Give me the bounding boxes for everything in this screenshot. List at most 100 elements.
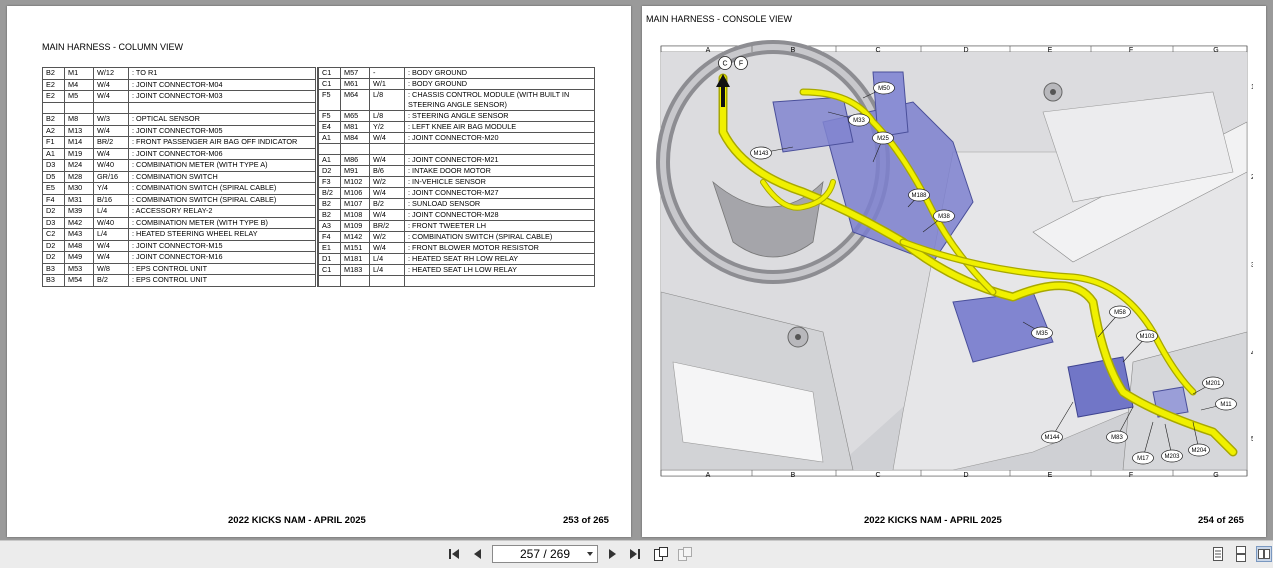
table-row: A2 M13 W/4: JOINT CONNECTOR-M05 bbox=[42, 124, 317, 138]
page-title: MAIN HARNESS - CONSOLE VIEW bbox=[646, 14, 793, 24]
table-row: F3 M102 W/2: IN-VEHICLE SENSOR bbox=[318, 176, 595, 188]
grid-position: A1 bbox=[318, 132, 341, 144]
two-page-icon[interactable] bbox=[1256, 546, 1272, 562]
connector-label: M35 bbox=[1036, 331, 1048, 337]
table-row: F5 M64 L/8: CHASSIS CONTROL MODULE (WITH B… bbox=[318, 89, 595, 111]
connector-id: M86 bbox=[340, 154, 370, 166]
connector-id: M30 bbox=[64, 182, 94, 195]
connector-description: : COMBINATION METER (WITH TYPE A) bbox=[128, 159, 317, 172]
footer-title: 2022 KICKS NAM - APRIL 2025 bbox=[864, 515, 1002, 526]
table-row: A1 M86 W/4: JOINT CONNECTOR-M21 bbox=[318, 154, 595, 166]
connector-table-right: C1 M57-: BODY GROUND C1 M61 W/1: BODY GROUND… bbox=[318, 67, 595, 287]
connector-label: M188 bbox=[911, 193, 927, 199]
grid-position: D3 bbox=[42, 159, 65, 172]
table-row: A3 M109 BR/2: FRONT TWEETER LH bbox=[318, 220, 595, 232]
grid-position: B/2 bbox=[318, 187, 341, 199]
grid-column-label: G bbox=[1213, 47, 1218, 54]
first-page-icon[interactable] bbox=[446, 546, 462, 562]
connector-label: M204 bbox=[1191, 448, 1207, 454]
table-row: B2 M8 W/3: OPTICAL SENSOR bbox=[42, 113, 317, 126]
connector-description: : JOINT CONNECTOR-M27 bbox=[404, 187, 595, 199]
grid-position bbox=[318, 143, 341, 155]
wire-color: W/4 bbox=[93, 147, 129, 161]
wire-color: W/40 bbox=[93, 216, 129, 230]
connector-id: M61 bbox=[340, 78, 370, 90]
grid-position: F4 bbox=[318, 231, 341, 243]
connector-description: : HEATED SEAT LH LOW RELAY bbox=[404, 264, 595, 276]
table-row: D2 M91 B/6: INTAKE DOOR MOTOR bbox=[318, 165, 595, 177]
connector-label: M103 bbox=[1139, 334, 1155, 340]
svg-text:C: C bbox=[722, 61, 727, 68]
table-row bbox=[42, 101, 317, 115]
page-number-select[interactable]: 257 / 269 bbox=[492, 545, 598, 563]
harness-diagram: AABBCCDDEEFFGG1122334455CFM50M33M25M143M… bbox=[644, 32, 1255, 492]
connector-description: : COMBINATION METER (WITH TYPE B) bbox=[128, 216, 317, 230]
table-row: D5 M28 GR/16: COMBINATION SWITCH bbox=[42, 170, 317, 184]
table-row: A1 M84 W/4: JOINT CONNECTOR-M20 bbox=[318, 132, 595, 144]
grid-position: E1 bbox=[318, 242, 341, 254]
connector-id: M24 bbox=[64, 159, 94, 172]
connector-description: : FRONT TWEETER LH bbox=[404, 220, 595, 232]
connector-description bbox=[404, 143, 595, 155]
wire-color: W/3 bbox=[93, 113, 129, 126]
connector-label: M83 bbox=[1111, 435, 1123, 441]
connector-id: M181 bbox=[340, 253, 370, 265]
view-marker: C bbox=[718, 56, 732, 70]
wire-color: W/8 bbox=[93, 262, 129, 276]
connector-description: : FRONT PASSENGER AIR BAG OFF INDICATOR bbox=[128, 136, 317, 149]
connector-id: M65 bbox=[340, 110, 370, 122]
grid-position: A1 bbox=[318, 154, 341, 166]
prev-page-icon[interactable] bbox=[470, 546, 486, 562]
wire-color: Y/4 bbox=[93, 182, 129, 195]
wire-color: W/1 bbox=[369, 78, 405, 90]
grid-position: E2 bbox=[42, 78, 65, 92]
connector-id: M102 bbox=[340, 176, 370, 188]
grid-column-label: C bbox=[875, 472, 880, 479]
single-page-icon[interactable] bbox=[1210, 546, 1226, 562]
connector-id: M19 bbox=[64, 147, 94, 161]
grid-column-label: E bbox=[1048, 472, 1053, 479]
wire-color: W/4 bbox=[93, 251, 129, 264]
connector-label: M25 bbox=[877, 136, 889, 142]
connector-id: M91 bbox=[340, 165, 370, 177]
chevron-down-icon bbox=[587, 552, 593, 556]
table-row: B3 M54 B/2: EPS CONTROL UNIT bbox=[42, 274, 317, 287]
wire-color bbox=[369, 275, 405, 287]
connector-label: M38 bbox=[938, 214, 950, 220]
connector-description: : JOINT CONNECTOR-M05 bbox=[128, 124, 317, 138]
next-page-icon[interactable] bbox=[604, 546, 620, 562]
grid-position: D2 bbox=[42, 205, 65, 218]
wire-color: W/4 bbox=[93, 90, 129, 103]
connector-id: M57 bbox=[340, 67, 370, 79]
grid-position: D2 bbox=[318, 165, 341, 177]
connector-description: : CHASSIS CONTROL MODULE (WITH BUILT IN … bbox=[404, 89, 595, 111]
table-row: B3 M53 W/8: EPS CONTROL UNIT bbox=[42, 262, 317, 276]
rotate-icon[interactable] bbox=[653, 546, 669, 562]
connector-description: : JOINT CONNECTOR-M20 bbox=[404, 132, 595, 144]
wire-color: W/40 bbox=[93, 159, 129, 172]
grid-position: F4 bbox=[42, 193, 65, 207]
continuous-page-icon[interactable] bbox=[1233, 546, 1249, 562]
connector-id: M53 bbox=[64, 262, 94, 276]
wire-color: W/12 bbox=[93, 67, 129, 80]
table-row: E2 M4 W/4: JOINT CONNECTOR-M04 bbox=[42, 78, 317, 92]
grid-position: C1 bbox=[318, 67, 341, 79]
connector-description: : HEATED SEAT RH LOW RELAY bbox=[404, 253, 595, 265]
connector-description: : COMBINATION SWITCH (SPIRAL CABLE) bbox=[128, 182, 317, 195]
connector-id: M28 bbox=[64, 170, 94, 184]
connector-id: M4 bbox=[64, 78, 94, 92]
grid-position bbox=[42, 101, 65, 115]
pdf-toolbar: 257 / 269 bbox=[0, 540, 1273, 568]
wire-color: L/8 bbox=[369, 89, 405, 111]
connector-description: : SUNLOAD SENSOR bbox=[404, 198, 595, 210]
connector-description bbox=[128, 101, 317, 115]
wire-color: L/8 bbox=[369, 110, 405, 122]
connector-id bbox=[64, 101, 94, 115]
connector-description bbox=[404, 275, 595, 287]
grid-position: B2 bbox=[42, 113, 65, 126]
wire-color: W/4 bbox=[93, 78, 129, 92]
last-page-icon[interactable] bbox=[627, 546, 643, 562]
connector-label: M143 bbox=[753, 151, 769, 157]
wire-color: W/4 bbox=[369, 242, 405, 254]
table-row: F4 M31 B/16: COMBINATION SWITCH (SPIRAL CA… bbox=[42, 193, 317, 207]
